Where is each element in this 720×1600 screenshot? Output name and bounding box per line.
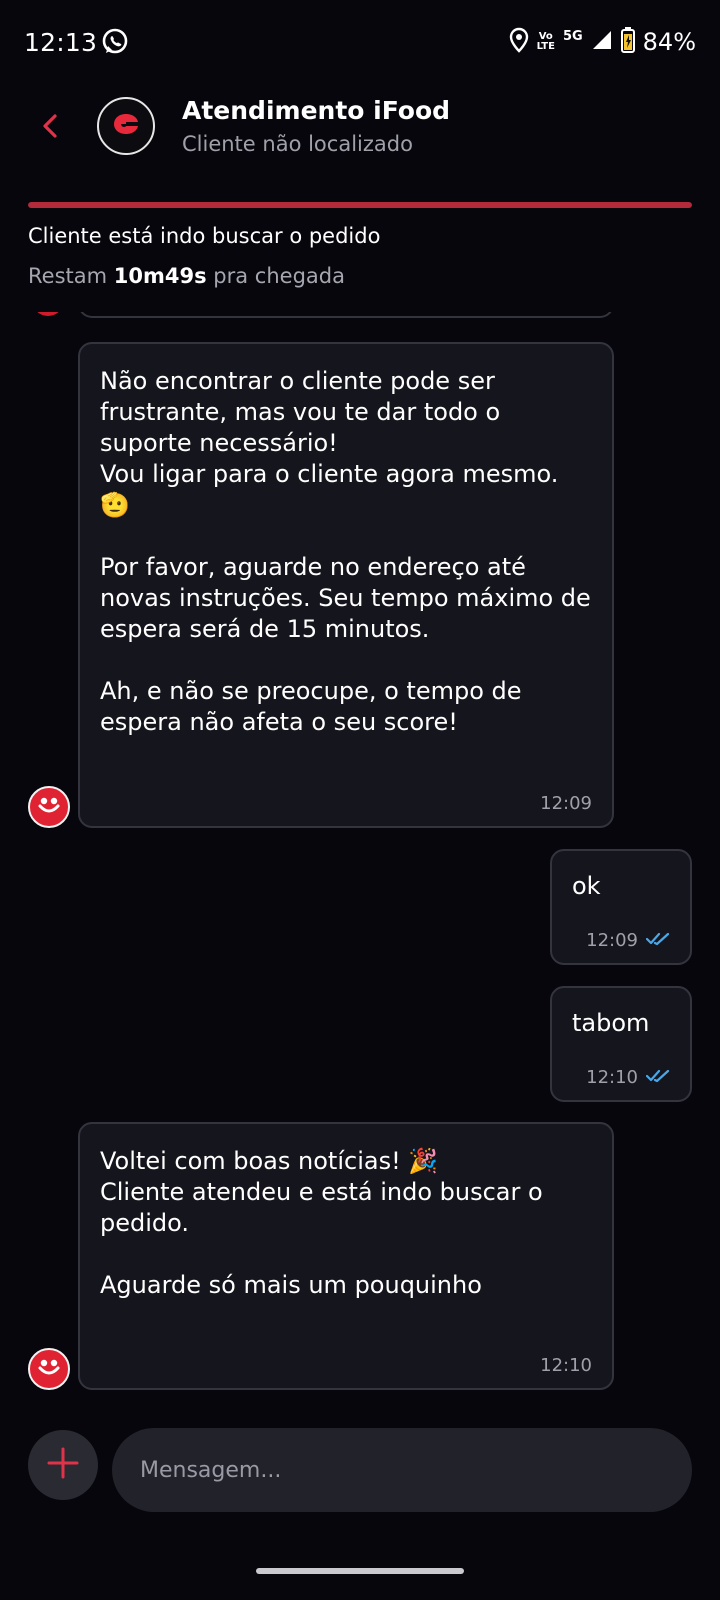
signal-icon — [591, 29, 613, 55]
previous-avatar-edge — [32, 312, 64, 316]
network-type: 5G — [562, 28, 583, 44]
message-text: Voltei com boas notícias! 🎉 Cliente aten… — [100, 1147, 543, 1299]
message-time: 12:09 — [586, 930, 670, 951]
message-bubble-incoming[interactable]: Voltei com boas notícias! 🎉 Cliente aten… — [78, 1122, 614, 1390]
ifood-smile-icon — [36, 794, 62, 820]
double-check-icon — [645, 930, 670, 951]
order-progress-bar — [28, 202, 692, 208]
message-timestamp: 12:09 — [586, 930, 638, 951]
order-progress-fill — [28, 202, 692, 208]
battery-icon — [620, 27, 635, 57]
chat-header: Atendimento iFood Cliente não localizado — [0, 86, 720, 196]
ifood-smile-icon — [36, 1356, 62, 1382]
previous-bubble-edge — [78, 312, 614, 318]
status-bar: 12:13 Vo LTE 5G 84% — [0, 0, 720, 86]
ifood-logo-icon — [111, 111, 141, 141]
chevron-left-icon — [41, 113, 59, 143]
volte-bottom: LTE — [536, 41, 555, 52]
plus-icon — [46, 1446, 80, 1484]
message-time: 12:10 — [586, 1067, 670, 1088]
ifood-avatar — [97, 97, 155, 155]
location-icon — [509, 27, 529, 57]
message-input[interactable] — [112, 1428, 692, 1512]
remaining-suffix: pra chegada — [213, 264, 345, 288]
message-time: 12:09 — [540, 793, 592, 814]
message-bubble-incoming[interactable]: Não encontrar o cliente pode ser frustra… — [78, 342, 614, 828]
home-indicator[interactable] — [256, 1568, 464, 1574]
whatsapp-icon — [100, 27, 130, 57]
agent-avatar — [28, 1348, 70, 1390]
back-button[interactable] — [30, 106, 70, 150]
status-time: 12:13 — [24, 28, 98, 57]
chat-messages[interactable]: Não encontrar o cliente pode ser frustra… — [0, 312, 720, 1412]
message-timestamp: 12:10 — [540, 1355, 592, 1376]
message-text: Não encontrar o cliente pode ser frustra… — [100, 367, 591, 736]
message-composer — [0, 1428, 720, 1520]
chat-title: Atendimento iFood — [182, 96, 451, 125]
remaining-prefix: Restam — [28, 264, 108, 288]
chat-subtitle: Cliente não localizado — [182, 132, 413, 156]
agent-avatar — [28, 786, 70, 828]
battery-percent: 84% — [642, 28, 696, 56]
volte-indicator: Vo LTE — [537, 32, 555, 52]
message-bubble-outgoing[interactable]: tabom 12:10 — [550, 986, 692, 1102]
message-timestamp: 12:09 — [540, 793, 592, 814]
message-time: 12:10 — [540, 1355, 592, 1376]
message-text: ok — [572, 872, 601, 900]
remaining-time-line: Restam 10m49s pra chegada — [28, 264, 345, 288]
message-bubble-outgoing[interactable]: ok 12:09 — [550, 849, 692, 965]
remaining-time: 10m49s — [113, 264, 207, 288]
add-attachment-button[interactable] — [28, 1430, 98, 1500]
double-check-icon — [645, 1067, 670, 1088]
message-timestamp: 12:10 — [586, 1067, 638, 1088]
status-right-group: Vo LTE 5G 84% — [509, 26, 696, 58]
message-text: tabom — [572, 1009, 650, 1037]
order-status-text: Cliente está indo buscar o pedido — [28, 224, 381, 248]
